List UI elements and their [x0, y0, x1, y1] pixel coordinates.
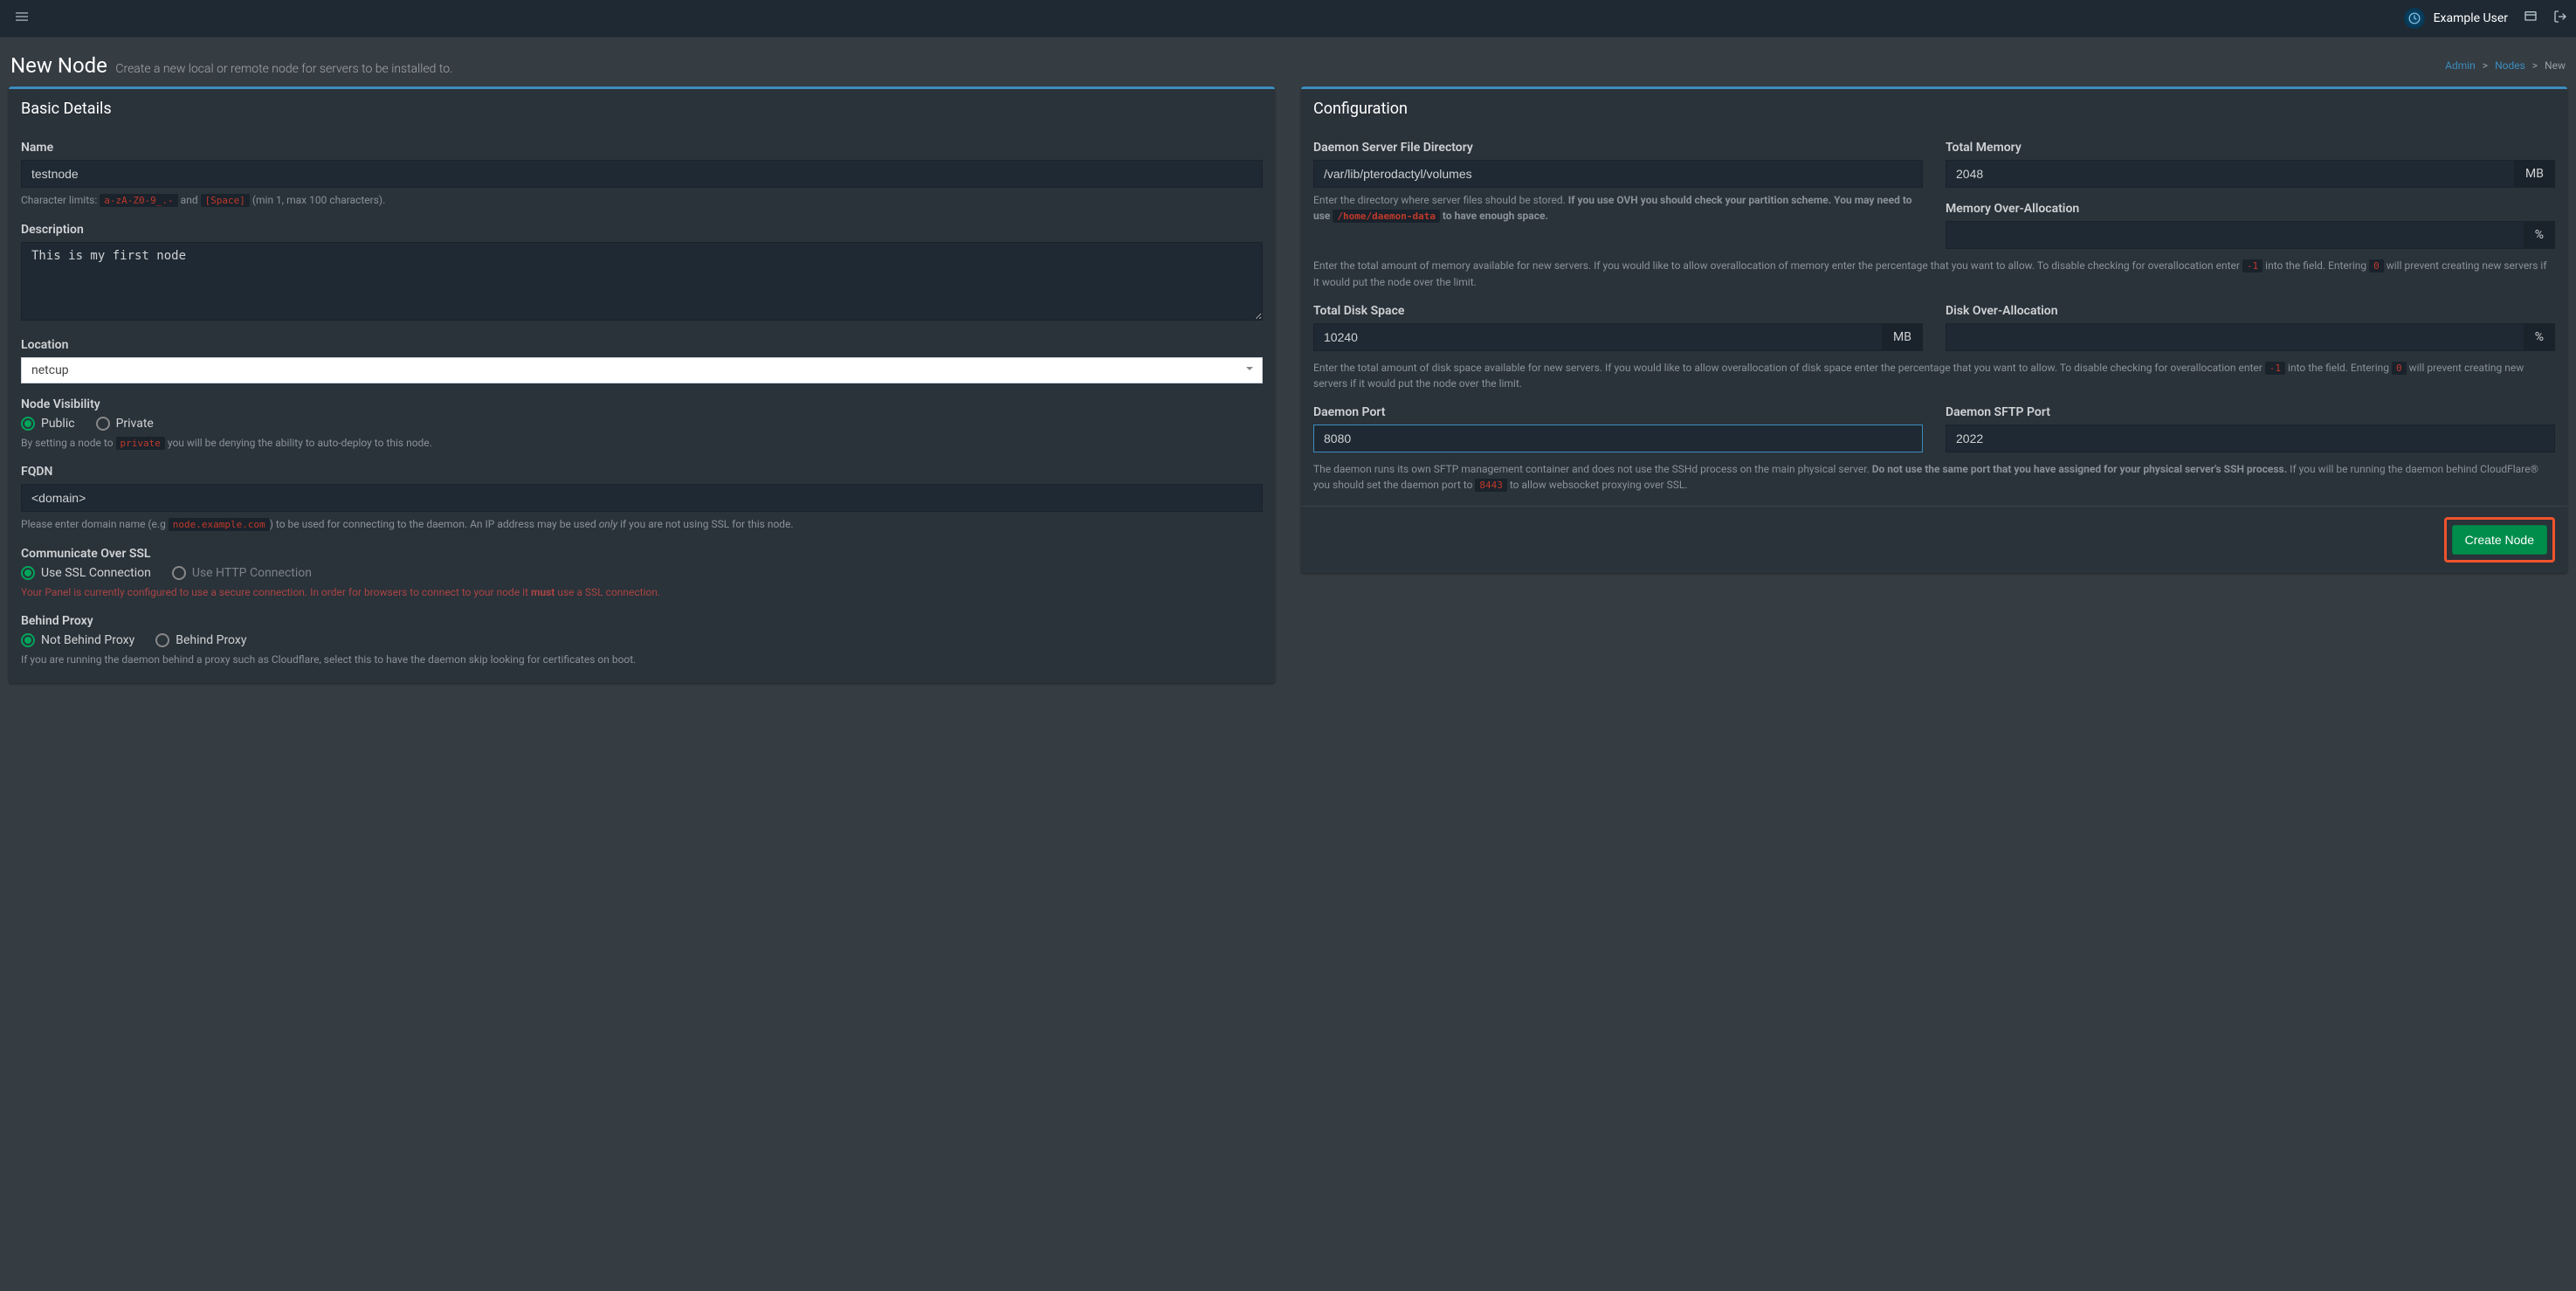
ssl-use-http-radio[interactable]: Use HTTP Connection [172, 566, 312, 580]
daemon-port-input[interactable] [1313, 425, 1923, 452]
fqdn-label: FQDN [21, 465, 1263, 479]
radio-checked-icon [21, 417, 35, 431]
daemon-dir-label: Daemon Server File Directory [1313, 141, 1923, 155]
radio-checked-icon [21, 566, 35, 580]
username: Example User [2434, 11, 2508, 25]
total-memory-input[interactable] [1946, 160, 2515, 188]
total-memory-label: Total Memory [1946, 141, 2555, 155]
breadcrumb-nodes[interactable]: Nodes [2495, 59, 2525, 72]
fqdn-help: Please enter domain name (e.g node.examp… [21, 516, 1263, 533]
visibility-private-radio[interactable]: Private [96, 417, 154, 431]
breadcrumb: Admin > Nodes > New [2445, 59, 2566, 72]
user-menu[interactable]: Example User [2404, 8, 2508, 29]
disk-help: Enter the total amount of disk space ava… [1313, 360, 2555, 392]
name-input[interactable] [21, 160, 1263, 188]
location-label: Location [21, 338, 1263, 352]
memory-help: Enter the total amount of memory availab… [1313, 258, 2555, 290]
location-select[interactable]: netcup [21, 357, 1263, 383]
radio-checked-icon [21, 633, 35, 647]
disk-over-unit: % [2524, 323, 2555, 351]
basic-details-title: Basic Details [9, 89, 1275, 128]
disk-over-input[interactable] [1946, 323, 2524, 351]
disk-unit: MB [1883, 323, 1923, 351]
ssl-label: Communicate Over SSL [21, 547, 1263, 561]
proxy-behind-radio[interactable]: Behind Proxy [155, 633, 246, 647]
configuration-title: Configuration [1301, 89, 2567, 128]
daemon-dir-help: Enter the directory where server files s… [1313, 192, 1923, 224]
name-help: Character limits: a-zA-Z0-9_.- and [Spac… [21, 192, 1263, 209]
radio-unchecked-icon [96, 417, 110, 431]
breadcrumb-admin[interactable]: Admin [2445, 59, 2476, 72]
configuration-panel: Configuration Daemon Server File Directo… [1301, 86, 2567, 573]
memory-over-unit: % [2524, 221, 2555, 249]
description-label: Description [21, 223, 1263, 237]
name-label: Name [21, 141, 1263, 155]
visibility-help: By setting a node to private you will be… [21, 435, 1263, 452]
radio-unchecked-icon [172, 566, 186, 580]
memory-over-input[interactable] [1946, 221, 2524, 249]
ssl-use-ssl-radio[interactable]: Use SSL Connection [21, 566, 151, 580]
topbar: Example User [0, 0, 2576, 38]
breadcrumb-current: New [2545, 59, 2566, 72]
daemon-sftp-label: Daemon SFTP Port [1946, 405, 2555, 419]
menu-toggle-icon[interactable] [9, 10, 35, 26]
proxy-not-behind-radio[interactable]: Not Behind Proxy [21, 633, 134, 647]
daemon-port-label: Daemon Port [1313, 405, 1923, 419]
port-help: The daemon runs its own SFTP management … [1313, 461, 2555, 494]
total-disk-label: Total Disk Space [1313, 304, 1923, 318]
proxy-label: Behind Proxy [21, 614, 1263, 628]
total-disk-input[interactable] [1313, 323, 1883, 351]
page-title: New Node [10, 53, 107, 78]
radio-unchecked-icon [155, 633, 169, 647]
create-node-button[interactable]: Create Node [2452, 525, 2547, 555]
logout-icon[interactable] [2553, 10, 2567, 27]
visibility-label: Node Visibility [21, 397, 1263, 411]
visibility-public-radio[interactable]: Public [21, 417, 75, 431]
page-header: New Node Create a new local or remote no… [0, 38, 2576, 86]
memory-unit: MB [2515, 160, 2555, 188]
daemon-sftp-input[interactable] [1946, 425, 2555, 452]
memory-over-label: Memory Over-Allocation [1946, 202, 2555, 216]
basic-details-panel: Basic Details Name Character limits: a-z… [9, 86, 1275, 683]
disk-over-label: Disk Over-Allocation [1946, 304, 2555, 318]
daemon-dir-input[interactable] [1313, 160, 1923, 188]
ssl-warning: Your Panel is currently configured to us… [21, 584, 1263, 600]
description-textarea[interactable]: This is my first node [21, 242, 1263, 321]
page-subtitle: Create a new local or remote node for se… [115, 62, 452, 76]
admin-toggle-icon[interactable] [2524, 10, 2538, 27]
create-node-highlight: Create Node [2444, 517, 2555, 563]
fqdn-input[interactable] [21, 484, 1263, 512]
proxy-help: If you are running the daemon behind a p… [21, 652, 1263, 667]
avatar [2404, 8, 2425, 29]
